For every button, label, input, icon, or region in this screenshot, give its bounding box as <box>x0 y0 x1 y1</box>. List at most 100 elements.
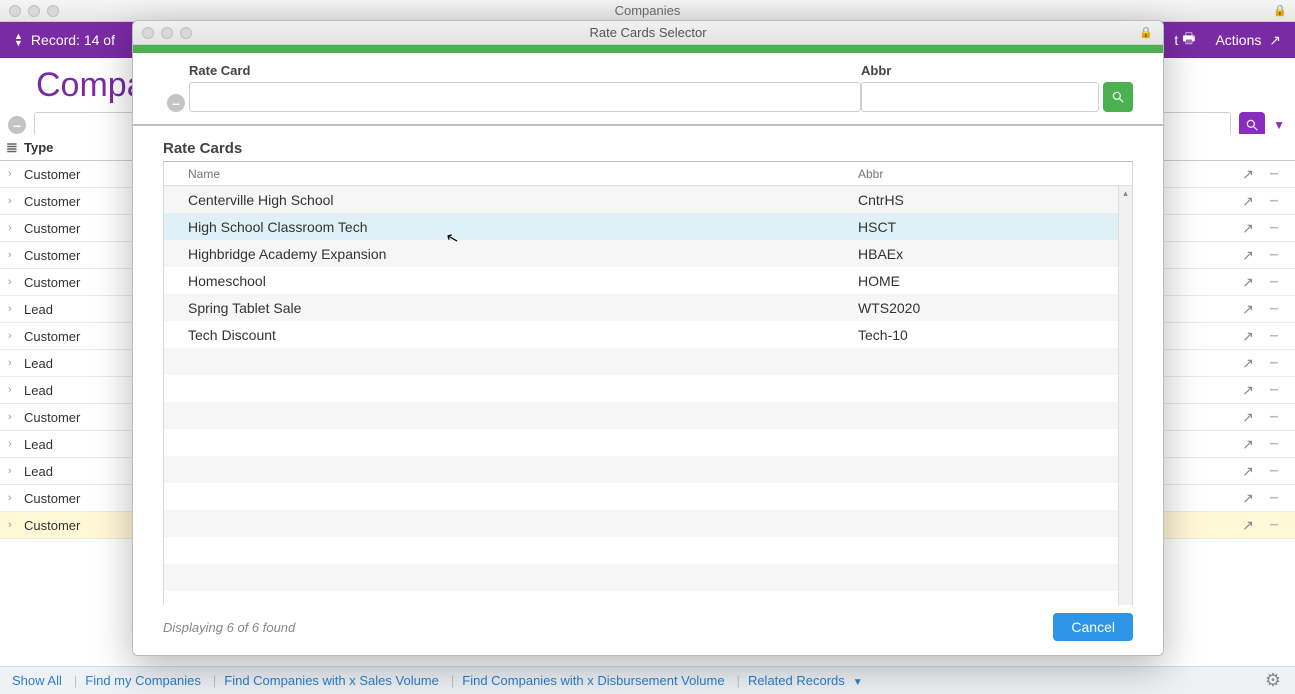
bottom-link[interactable]: Find Companies with x Disbursement Volum… <box>462 673 724 688</box>
modal-titlebar: Rate Cards Selector 🔒 <box>133 21 1163 45</box>
open-icon[interactable]: ↗ <box>1235 193 1261 210</box>
cell-abbr: WTS2020 <box>858 300 1108 316</box>
rate-card-row-empty: .. <box>164 456 1132 483</box>
modal-traffic-max[interactable] <box>180 27 192 39</box>
separator: | <box>74 673 77 688</box>
cell-abbr: CntrHS <box>858 192 1108 208</box>
row-caret-icon: › <box>0 168 24 180</box>
modal-accent-stripe <box>133 45 1163 53</box>
open-icon[interactable]: ↗ <box>1235 355 1261 372</box>
open-icon[interactable]: ↗ <box>1235 166 1261 183</box>
abbr-input[interactable] <box>861 82 1099 112</box>
main-window-title: Companies <box>0 3 1295 18</box>
rate-card-row[interactable]: High School Classroom TechHSCT <box>164 213 1132 240</box>
row-caret-icon: › <box>0 384 24 396</box>
open-icon[interactable]: ↗ <box>1235 274 1261 291</box>
gear-icon[interactable]: ⚙ <box>1265 670 1281 691</box>
modal-traffic-close[interactable] <box>142 27 154 39</box>
lock-icon: 🔒 <box>1273 4 1287 17</box>
main-titlebar: Companies 🔒 <box>0 0 1295 22</box>
row-caret-icon: › <box>0 519 24 531</box>
rate-card-row-empty: .. <box>164 402 1132 429</box>
rate-card-row-empty: .. <box>164 348 1132 375</box>
rate-card-row[interactable]: HomeschoolHOME <box>164 267 1132 294</box>
rate-card-row-empty: .. <box>164 429 1132 456</box>
rate-card-row[interactable]: Highbridge Academy ExpansionHBAEx <box>164 240 1132 267</box>
rate-card-row[interactable]: Centerville High SchoolCntrHS <box>164 186 1132 213</box>
row-caret-icon: › <box>0 195 24 207</box>
traffic-max[interactable] <box>47 5 59 17</box>
open-icon[interactable]: ↗ <box>1235 220 1261 237</box>
open-icon[interactable]: ↗ <box>1235 490 1261 507</box>
modal-traffic-min[interactable] <box>161 27 173 39</box>
modal-footer: Displaying 6 of 6 found Cancel <box>133 605 1163 655</box>
remove-icon[interactable]: – <box>1261 300 1287 318</box>
remove-icon[interactable]: – <box>1261 462 1287 480</box>
rate-card-row[interactable]: Spring Tablet SaleWTS2020 <box>164 294 1132 321</box>
remove-icon[interactable]: – <box>1261 219 1287 237</box>
row-caret-icon: › <box>0 303 24 315</box>
remove-icon[interactable]: – <box>1261 165 1287 183</box>
remove-icon[interactable]: – <box>1261 327 1287 345</box>
clear-left-icon[interactable]: – <box>8 116 26 134</box>
print-button[interactable]: t 🖶 <box>1174 28 1195 52</box>
remove-icon[interactable]: – <box>1261 273 1287 291</box>
open-icon[interactable]: ↗ <box>1235 247 1261 264</box>
print-icon: 🖶 <box>1182 28 1195 52</box>
open-icon[interactable]: ↗ <box>1235 409 1261 426</box>
rate-card-row-empty: .. <box>164 591 1132 605</box>
open-icon[interactable]: ↗ <box>1235 301 1261 318</box>
cell-name: Spring Tablet Sale <box>188 300 858 316</box>
modal-search-button[interactable] <box>1103 82 1133 112</box>
col-abbr[interactable]: Abbr <box>858 167 1108 181</box>
rate-cards-heading: Rate Cards <box>163 140 1133 162</box>
cancel-button[interactable]: Cancel <box>1053 613 1133 641</box>
cell-abbr: HSCT <box>858 219 1108 235</box>
bottom-link[interactable]: Related Records <box>748 673 845 688</box>
scroll-up-icon[interactable]: ▴ <box>1123 188 1128 199</box>
bottom-link[interactable]: Find my Companies <box>85 673 201 688</box>
row-caret-icon: › <box>0 357 24 369</box>
traffic-min[interactable] <box>28 5 40 17</box>
remove-icon[interactable]: – <box>1261 408 1287 426</box>
separator: | <box>737 673 740 688</box>
modal-traffic-lights <box>142 27 192 39</box>
cell-name: Homeschool <box>188 273 858 289</box>
ratecard-input[interactable] <box>189 82 861 112</box>
print-label-fragment: t <box>1174 32 1178 48</box>
row-caret-icon: › <box>0 492 24 504</box>
open-icon[interactable]: ↗ <box>1235 382 1261 399</box>
traffic-close[interactable] <box>9 5 21 17</box>
scrollbar[interactable]: ▴ ▾ <box>1118 186 1132 605</box>
open-icon[interactable]: ↗ <box>1235 517 1261 534</box>
remove-icon[interactable]: – <box>1261 435 1287 453</box>
cell-name: High School Classroom Tech <box>188 219 858 235</box>
cell-name: Centerville High School <box>188 192 858 208</box>
row-caret-icon: › <box>0 411 24 423</box>
remove-icon[interactable]: – <box>1261 516 1287 534</box>
rate-card-row-empty: .. <box>164 537 1132 564</box>
open-icon[interactable]: ↗ <box>1235 328 1261 345</box>
search-icon <box>1245 118 1259 132</box>
col-name[interactable]: Name <box>188 167 858 181</box>
rate-card-row[interactable]: Tech DiscountTech-10 <box>164 321 1132 348</box>
remove-icon[interactable]: – <box>1261 354 1287 372</box>
abbr-label: Abbr <box>861 63 1099 78</box>
modal-lock-icon: 🔒 <box>1139 26 1153 39</box>
bg-search-dropdown-icon[interactable]: ▼ <box>1273 118 1285 132</box>
actions-label: Actions <box>1215 32 1261 48</box>
open-icon[interactable]: ↗ <box>1235 436 1261 453</box>
rate-card-row-empty: .. <box>164 375 1132 402</box>
row-caret-icon: › <box>0 465 24 477</box>
remove-icon[interactable]: – <box>1261 192 1287 210</box>
row-caret-icon: › <box>0 330 24 342</box>
remove-icon[interactable]: – <box>1261 246 1287 264</box>
bottom-link[interactable]: Find Companies with x Sales Volume <box>224 673 439 688</box>
open-icon[interactable]: ↗ <box>1235 463 1261 480</box>
record-nav-arrows[interactable]: ▲▼ <box>14 33 23 47</box>
actions-menu[interactable]: Actions ↗ <box>1215 32 1281 49</box>
remove-icon[interactable]: – <box>1261 381 1287 399</box>
remove-icon[interactable]: – <box>1261 489 1287 507</box>
clear-search-icon[interactable]: – <box>167 94 185 112</box>
bottom-link[interactable]: Show All <box>12 673 62 688</box>
